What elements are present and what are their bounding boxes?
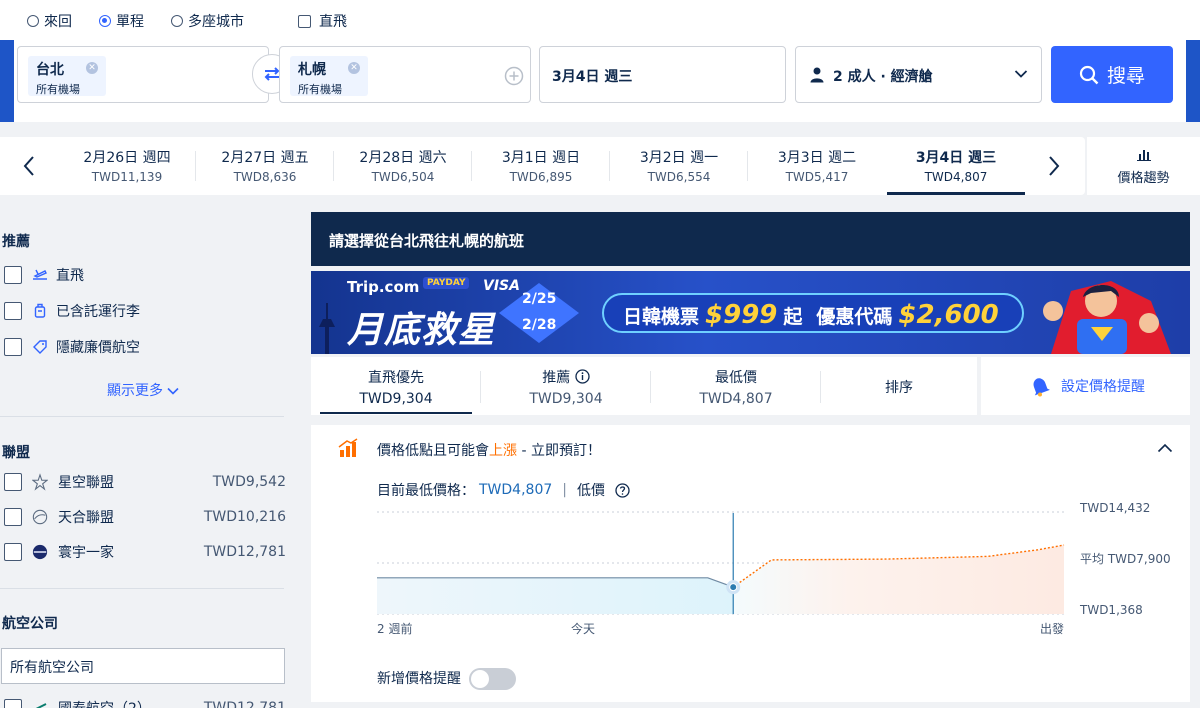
checkbox-icon: [298, 14, 311, 28]
next-dates-button[interactable]: [1034, 137, 1074, 195]
filter-skyteam[interactable]: 天合聯盟 TWD10,216: [4, 505, 286, 529]
promo-date-to: 2/28: [522, 317, 557, 333]
filter-direct[interactable]: 直飛: [4, 263, 286, 287]
remove-city-icon[interactable]: ✕: [86, 62, 98, 74]
sort-tabs: 直飛優先 TWD9,304 推薦 TWD9,304 最低價 TWD4,807 排…: [311, 357, 977, 415]
oneworld-icon: [32, 544, 48, 560]
search-button[interactable]: 搜尋: [1051, 46, 1173, 103]
panel-edge-left: [0, 40, 14, 122]
date-field[interactable]: 3月4日 週三: [539, 46, 786, 103]
filter-oneworld[interactable]: 寰宇一家 TWD12,781: [4, 540, 286, 564]
luggage-icon: [32, 303, 48, 319]
today-point: [729, 583, 738, 592]
date-option[interactable]: 3月3日 週二 TWD5,417: [748, 137, 886, 195]
to-field[interactable]: 札幌 所有機場 ✕: [279, 46, 531, 103]
add-alert-label: 新增價格提醒: [377, 671, 461, 687]
chevron-left-icon: [23, 156, 34, 176]
date-option-selected[interactable]: 3月4日 週三 TWD4,807: [887, 137, 1025, 195]
radio-selected-icon: [99, 15, 111, 27]
filter-hide-lcc[interactable]: 隱藏廉價航空: [4, 335, 286, 359]
checkbox-icon: [4, 302, 22, 320]
search-panel: 來回 單程 多座城市 直飛 台北 所有機場 ✕ 札幌 所有機場 ✕ 3月4日 週…: [0, 0, 1200, 122]
x-label-today: 今天: [571, 621, 595, 636]
promo-banner[interactable]: Trip.com PAYDAY VISA 月底救星 2/25 2/28 日韓機票…: [311, 271, 1190, 354]
date-option[interactable]: 2月26日 週四 TWD11,139: [58, 137, 196, 195]
info-icon[interactable]: [575, 369, 590, 384]
promo-payday: PAYDAY: [423, 277, 470, 289]
promo-date-from: 2/25: [522, 291, 557, 307]
radio-icon: [27, 15, 39, 27]
promo-title: 月底救星: [347, 310, 496, 351]
filter-airline[interactable]: 國泰航空（2） TWD12,781: [4, 696, 286, 708]
date-option[interactable]: 3月2日 週一 TWD6,554: [610, 137, 748, 195]
star-alliance-icon: [32, 473, 48, 491]
checkbox-icon: [4, 699, 22, 708]
price-insight-panel: 價格低點且可能會上漲 - 立即預訂！ 目前最低價格： TWD4,807 | 低價…: [311, 425, 1190, 702]
add-city-icon[interactable]: [504, 66, 524, 86]
tag-icon: [32, 339, 48, 355]
skyteam-icon: [32, 509, 48, 525]
y-label-low: TWD1,368: [1079, 603, 1143, 617]
chevron-right-icon: [1049, 156, 1060, 176]
sort-direct-first[interactable]: 直飛優先 TWD9,304: [311, 357, 481, 415]
checkbox-icon: [4, 338, 22, 356]
divider: [0, 588, 284, 589]
price-trend-button[interactable]: 價格趨勢: [1087, 137, 1200, 195]
sort-dropdown[interactable]: 排序: [821, 357, 977, 415]
airline-select[interactable]: 所有航空公司: [1, 648, 285, 684]
recommend-heading: 推薦: [2, 234, 30, 250]
checkbox-icon: [4, 266, 22, 284]
promo-offers: 日韓機票 $999 起 優惠代碼 $2,600: [623, 300, 999, 330]
checkbox-icon: [4, 508, 22, 526]
x-label-start: 2 週前: [377, 621, 412, 636]
person-icon: [810, 67, 824, 83]
history-area: [377, 577, 734, 614]
set-price-alert-button[interactable]: 設定價格提醒: [981, 357, 1190, 415]
date-option[interactable]: 2月27日 週五 TWD8,636: [196, 137, 334, 195]
bell-icon: [1033, 378, 1050, 397]
checkbox-icon: [4, 543, 22, 561]
trip-type-oneway[interactable]: 單程: [99, 11, 144, 31]
y-label-high: TWD14,432: [1079, 501, 1150, 515]
forecast-area: [733, 545, 1064, 614]
date-option[interactable]: 3月1日 週日 TWD6,895: [472, 137, 610, 195]
x-label-end: 出發: [1040, 621, 1064, 636]
bar-chart-icon: [1136, 150, 1151, 161]
date-option[interactable]: 2月28日 週六 TWD6,504: [334, 137, 472, 195]
price-alert-toggle[interactable]: [469, 668, 516, 690]
passenger-field[interactable]: 2 成人 · 經濟艙: [795, 46, 1042, 103]
trip-type-roundtrip[interactable]: 來回: [27, 11, 72, 31]
remove-city-icon[interactable]: ✕: [348, 62, 360, 74]
prev-dates-button[interactable]: [9, 137, 49, 195]
price-trend-chart[interactable]: TWD14,432 平均 TWD7,900 TWD1,368 2 週前 今天 出…: [311, 425, 1190, 665]
promo-visa: VISA: [483, 278, 520, 294]
radio-icon: [171, 15, 183, 27]
sort-recommended[interactable]: 推薦 TWD9,304: [481, 357, 651, 415]
checkbox-icon: [4, 473, 22, 491]
sort-lowest-price[interactable]: 最低價 TWD4,807: [651, 357, 821, 415]
airline-heading: 航空公司: [2, 616, 58, 632]
from-field[interactable]: 台北 所有機場 ✕: [17, 46, 269, 103]
trip-type-multicity[interactable]: 多座城市: [171, 11, 244, 31]
direct-only-checkbox[interactable]: 直飛: [298, 11, 347, 31]
plane-icon: [32, 267, 48, 283]
chevron-down-icon: [167, 387, 180, 395]
show-more-link[interactable]: 顯示更多: [107, 380, 180, 400]
from-city-chip: 台北 所有機場 ✕: [28, 56, 106, 96]
chart-areas: [377, 545, 1064, 614]
results-header: 請選擇從台北飛往札幌的航班: [311, 212, 1190, 266]
to-city-chip: 札幌 所有機場 ✕: [290, 56, 368, 96]
promo-brand: Trip.com: [347, 278, 420, 296]
y-label-average: 平均 TWD7,900: [1080, 552, 1171, 566]
filter-baggage[interactable]: 已含託運行李: [4, 299, 286, 323]
panel-edge-right: [1186, 40, 1200, 122]
chevron-down-icon: [1014, 70, 1028, 78]
divider: [0, 416, 284, 417]
alliance-heading: 聯盟: [2, 445, 30, 461]
filter-star-alliance[interactable]: 星空聯盟 TWD9,542: [4, 470, 286, 494]
date-strip: 2月26日 週四 TWD11,139 2月27日 週五 TWD8,636 2月2…: [0, 137, 1085, 195]
airline-logo-icon: [32, 700, 48, 708]
search-icon: [1079, 65, 1099, 84]
